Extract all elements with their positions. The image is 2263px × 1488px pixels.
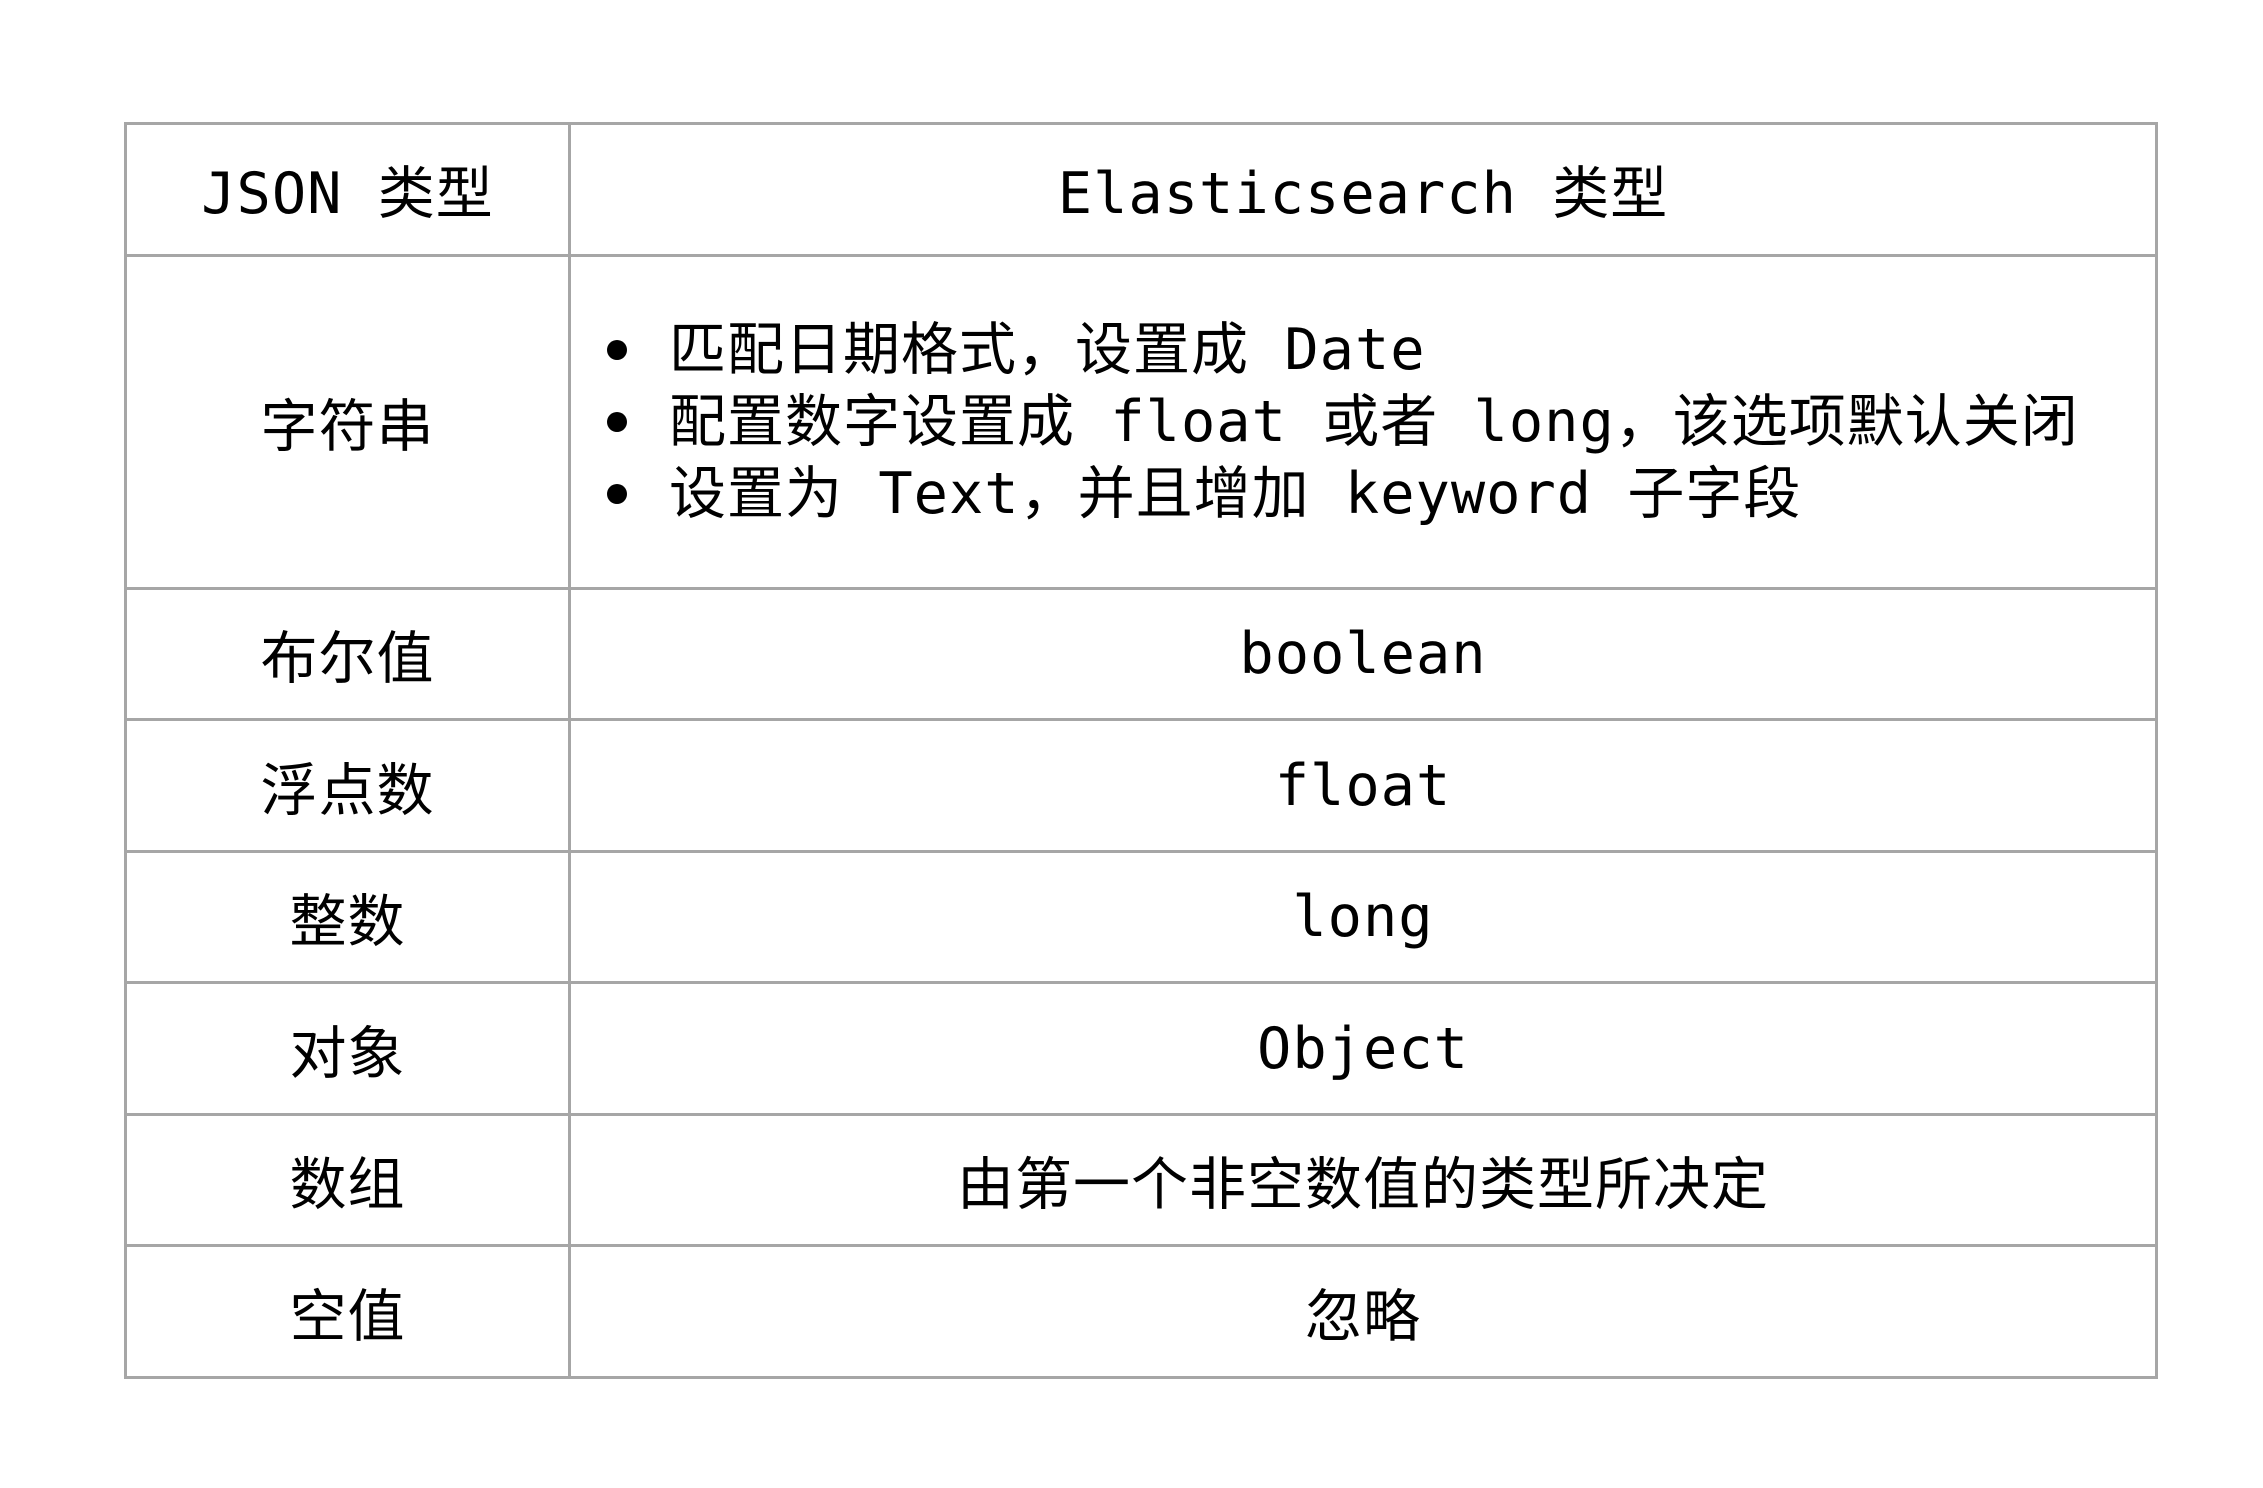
bullet-item-text: 匹配日期格式，设置成 Date xyxy=(669,316,1426,383)
table-row: 浮点数 float xyxy=(124,718,2158,853)
es-type-cell: 由第一个非空数值的类型所决定 xyxy=(568,1112,2158,1248)
json-type-cell: 空值 xyxy=(124,1244,571,1379)
table-row-string: 字符串 匹配日期格式，设置成 Date 配置数字设置成 float 或者 lon… xyxy=(124,253,2158,590)
es-type-cell: 匹配日期格式，设置成 Date 配置数字设置成 float 或者 long，该选… xyxy=(568,253,2158,590)
bullet-dot-icon xyxy=(607,339,627,360)
es-type-cell: Object xyxy=(568,981,2158,1116)
es-type-cell: float xyxy=(568,718,2158,853)
bullet-item-text: 设置为 Text，并且增加 keyword 子字段 xyxy=(669,460,1802,527)
table-row: 数组 由第一个非空数值的类型所决定 xyxy=(124,1112,2158,1248)
bullet-item: 配置数字设置成 float 或者 long，该选项默认关闭 xyxy=(607,386,2155,458)
json-type-cell: 数组 xyxy=(124,1112,571,1248)
json-type-cell: 整数 xyxy=(124,849,571,985)
bullet-dot-icon xyxy=(607,411,627,432)
table-header-row: JSON 类型 Elasticsearch 类型 xyxy=(124,122,2158,257)
es-type-bullet-list: 匹配日期格式，设置成 Date 配置数字设置成 float 或者 long，该选… xyxy=(571,314,2155,530)
table-row: 布尔值 boolean xyxy=(124,586,2158,722)
type-mapping-table: JSON 类型 Elasticsearch 类型 字符串 匹配日期格式，设置成 … xyxy=(124,122,2158,1379)
json-type-cell: 字符串 xyxy=(124,253,571,590)
header-json-type: JSON 类型 xyxy=(124,122,571,257)
bullet-item: 设置为 Text，并且增加 keyword 子字段 xyxy=(607,458,2155,530)
bullet-item: 匹配日期格式，设置成 Date xyxy=(607,314,2155,386)
json-type-cell: 浮点数 xyxy=(124,718,571,853)
es-type-cell: boolean xyxy=(568,586,2158,722)
es-type-cell: 忽略 xyxy=(568,1244,2158,1379)
json-type-cell: 布尔值 xyxy=(124,586,571,722)
bullet-item-text: 配置数字设置成 float 或者 long，该选项默认关闭 xyxy=(669,388,2079,455)
header-es-type: Elasticsearch 类型 xyxy=(568,122,2158,257)
es-type-cell: long xyxy=(568,849,2158,985)
json-type-cell: 对象 xyxy=(124,981,571,1116)
table-row: 对象 Object xyxy=(124,981,2158,1116)
table-row: 空值 忽略 xyxy=(124,1244,2158,1379)
bullet-dot-icon xyxy=(607,483,627,504)
table-row: 整数 long xyxy=(124,849,2158,985)
